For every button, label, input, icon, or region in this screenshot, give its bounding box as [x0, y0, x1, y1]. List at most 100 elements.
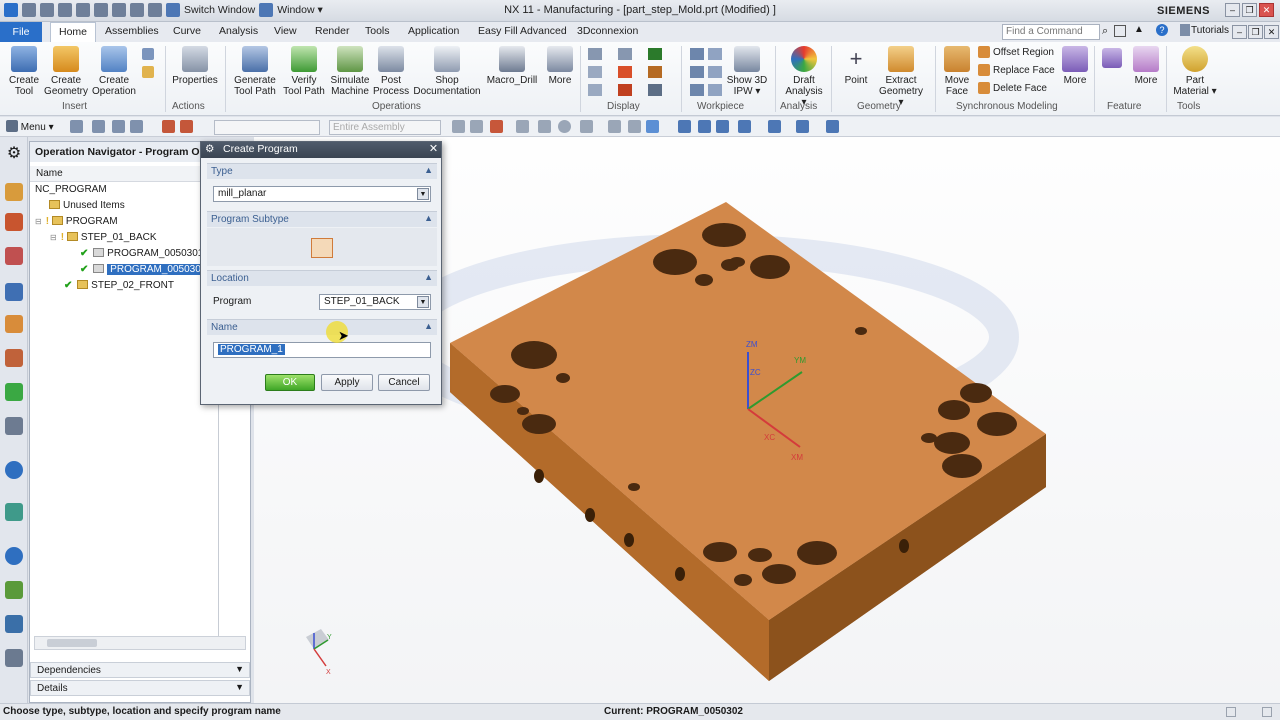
gear-icon[interactable]: ⚙: [5, 143, 23, 162]
collapse-icon[interactable]: ⊟: [50, 230, 58, 246]
scope-filter-dropdown[interactable]: Entire Assembly: [329, 120, 441, 135]
tab-curve[interactable]: Curve: [173, 25, 201, 37]
select-list-icon[interactable]: [130, 120, 143, 133]
create-operation-button[interactable]: Create Operation: [90, 46, 138, 97]
process-studio-icon[interactable]: [5, 581, 23, 599]
layer-icon[interactable]: [796, 120, 809, 133]
display-path-icon[interactable]: [588, 66, 602, 78]
dependencies-panel-header[interactable]: Dependencies ▼: [30, 662, 250, 678]
tab-application[interactable]: Application: [408, 25, 459, 37]
tab-tools[interactable]: Tools: [365, 25, 390, 37]
workpiece-icon-1[interactable]: [690, 48, 704, 60]
assembly-navigator-icon[interactable]: [5, 183, 23, 201]
select-all-icon[interactable]: [92, 120, 105, 133]
mid-point-icon[interactable]: [516, 120, 529, 133]
display-list-icon[interactable]: [588, 84, 602, 96]
close-button[interactable]: ✕: [1259, 3, 1274, 17]
chevron-up-icon[interactable]: ▲: [424, 165, 433, 175]
type-dropdown[interactable]: mill_planar ▼: [213, 186, 431, 202]
chevron-up-icon[interactable]: ▲: [424, 321, 433, 331]
properties-button[interactable]: Properties: [172, 46, 218, 86]
shaded-view-icon[interactable]: [646, 120, 659, 133]
shop-documentation-button[interactable]: Shop Documentation: [412, 46, 482, 97]
delete-face-button[interactable]: Delete Face: [978, 82, 1047, 94]
tab-home[interactable]: Home: [50, 22, 97, 42]
operation-navigator-icon[interactable]: [5, 283, 23, 301]
details-panel-header[interactable]: Details ▼: [30, 680, 250, 696]
generate-tool-path-button[interactable]: Generate Tool Path: [232, 46, 278, 97]
create-program-icon[interactable]: [142, 48, 154, 60]
horizontal-scrollbar[interactable]: [34, 636, 246, 650]
ok-button[interactable]: OK: [265, 374, 315, 391]
doc-restore-button[interactable]: ❐: [1248, 25, 1263, 39]
roles-icon[interactable]: [5, 615, 23, 633]
wcs-icon[interactable]: [826, 120, 839, 133]
create-method-icon[interactable]: [142, 66, 154, 78]
machine-tool-view-icon[interactable]: [180, 120, 193, 133]
display-option-icon[interactable]: [588, 48, 602, 60]
system-scene-icon[interactable]: [5, 649, 23, 667]
create-tool-button[interactable]: Create Tool: [6, 46, 42, 97]
tab-3dconnexion[interactable]: 3Dconnexion: [577, 25, 638, 37]
help-icon[interactable]: ?: [1156, 24, 1168, 36]
view-orient-icon[interactable]: [608, 120, 621, 133]
create-geometry-button[interactable]: Create Geometry: [44, 46, 88, 97]
part-navigator-icon[interactable]: [5, 247, 23, 265]
clock-icon[interactable]: [5, 547, 23, 565]
display-point-icon[interactable]: [618, 84, 632, 96]
background-icon[interactable]: [768, 120, 781, 133]
dialog-close-button[interactable]: ✕: [427, 143, 440, 156]
draft-analysis-button[interactable]: Draft Analysis ▾: [782, 46, 826, 108]
tab-easy-fill-advanced[interactable]: Easy Fill Advanced: [478, 25, 567, 37]
tab-analysis[interactable]: Analysis: [219, 25, 258, 37]
post-process-button[interactable]: Post Process: [373, 46, 409, 97]
simulate-machine-button[interactable]: Simulate Machine: [329, 46, 371, 97]
workpiece-icon-4[interactable]: [708, 48, 722, 60]
workpiece-icon-5[interactable]: [708, 66, 722, 78]
part-material-button[interactable]: Part Material ▾: [1172, 46, 1218, 97]
program-subtype-section-header[interactable]: Program Subtype ▲: [207, 211, 437, 227]
fullscreen-icon[interactable]: [1114, 25, 1126, 37]
rotate-icon[interactable]: [698, 120, 711, 133]
tab-render[interactable]: Render: [315, 25, 349, 37]
display-geometry-icon[interactable]: [618, 48, 632, 60]
type-section-header[interactable]: Type ▲: [207, 163, 437, 179]
render-style-icon[interactable]: [738, 120, 751, 133]
chevron-down-icon[interactable]: ▼: [235, 664, 244, 674]
name-section-header[interactable]: Name ▲: [207, 319, 437, 335]
zoom-icon[interactable]: [678, 120, 691, 133]
collapse-ribbon-icon[interactable]: ▲: [1134, 24, 1144, 35]
replace-face-button[interactable]: Replace Face: [978, 64, 1055, 76]
doc-minimize-button[interactable]: –: [1232, 25, 1247, 39]
offset-region-button[interactable]: Offset Region: [978, 46, 1054, 58]
more-feature-button[interactable]: More: [1130, 46, 1162, 86]
snap-icon[interactable]: [452, 120, 465, 133]
tab-file[interactable]: File: [0, 22, 42, 42]
chevron-down-icon[interactable]: ▼: [417, 188, 429, 200]
restore-button[interactable]: ❐: [1242, 3, 1257, 17]
tab-assemblies[interactable]: Assemblies: [105, 25, 159, 37]
deselect-icon[interactable]: [112, 120, 125, 133]
display-curve-icon[interactable]: [618, 66, 632, 78]
chevron-down-icon[interactable]: ▼: [417, 296, 429, 308]
chevron-up-icon[interactable]: ▲: [424, 272, 433, 282]
workpiece-icon-3[interactable]: [690, 84, 704, 96]
history-icon[interactable]: [5, 503, 23, 521]
workpiece-icon-2[interactable]: [690, 66, 704, 78]
menu-button[interactable]: Menu ▾: [6, 120, 54, 133]
program-subtype-icon[interactable]: [311, 238, 333, 258]
feature-icon[interactable]: [1102, 48, 1122, 68]
display-tool-icon[interactable]: [648, 48, 662, 60]
tutorials-button[interactable]: Tutorials: [1191, 25, 1229, 36]
display-holder-icon[interactable]: [648, 66, 662, 78]
refresh-icon[interactable]: [716, 120, 729, 133]
collapse-icon[interactable]: ⊟: [35, 214, 43, 230]
display-edit-icon[interactable]: [648, 84, 662, 96]
selection-filter-icon[interactable]: [70, 120, 83, 133]
gear-icon[interactable]: ⚙: [205, 143, 214, 155]
more-operations-button[interactable]: More: [544, 46, 576, 86]
end-point-icon[interactable]: [490, 120, 503, 133]
view-fit-icon[interactable]: [628, 120, 641, 133]
command-search-input[interactable]: Find a Command: [1002, 24, 1100, 40]
hd3d-tools-icon[interactable]: [5, 417, 23, 435]
